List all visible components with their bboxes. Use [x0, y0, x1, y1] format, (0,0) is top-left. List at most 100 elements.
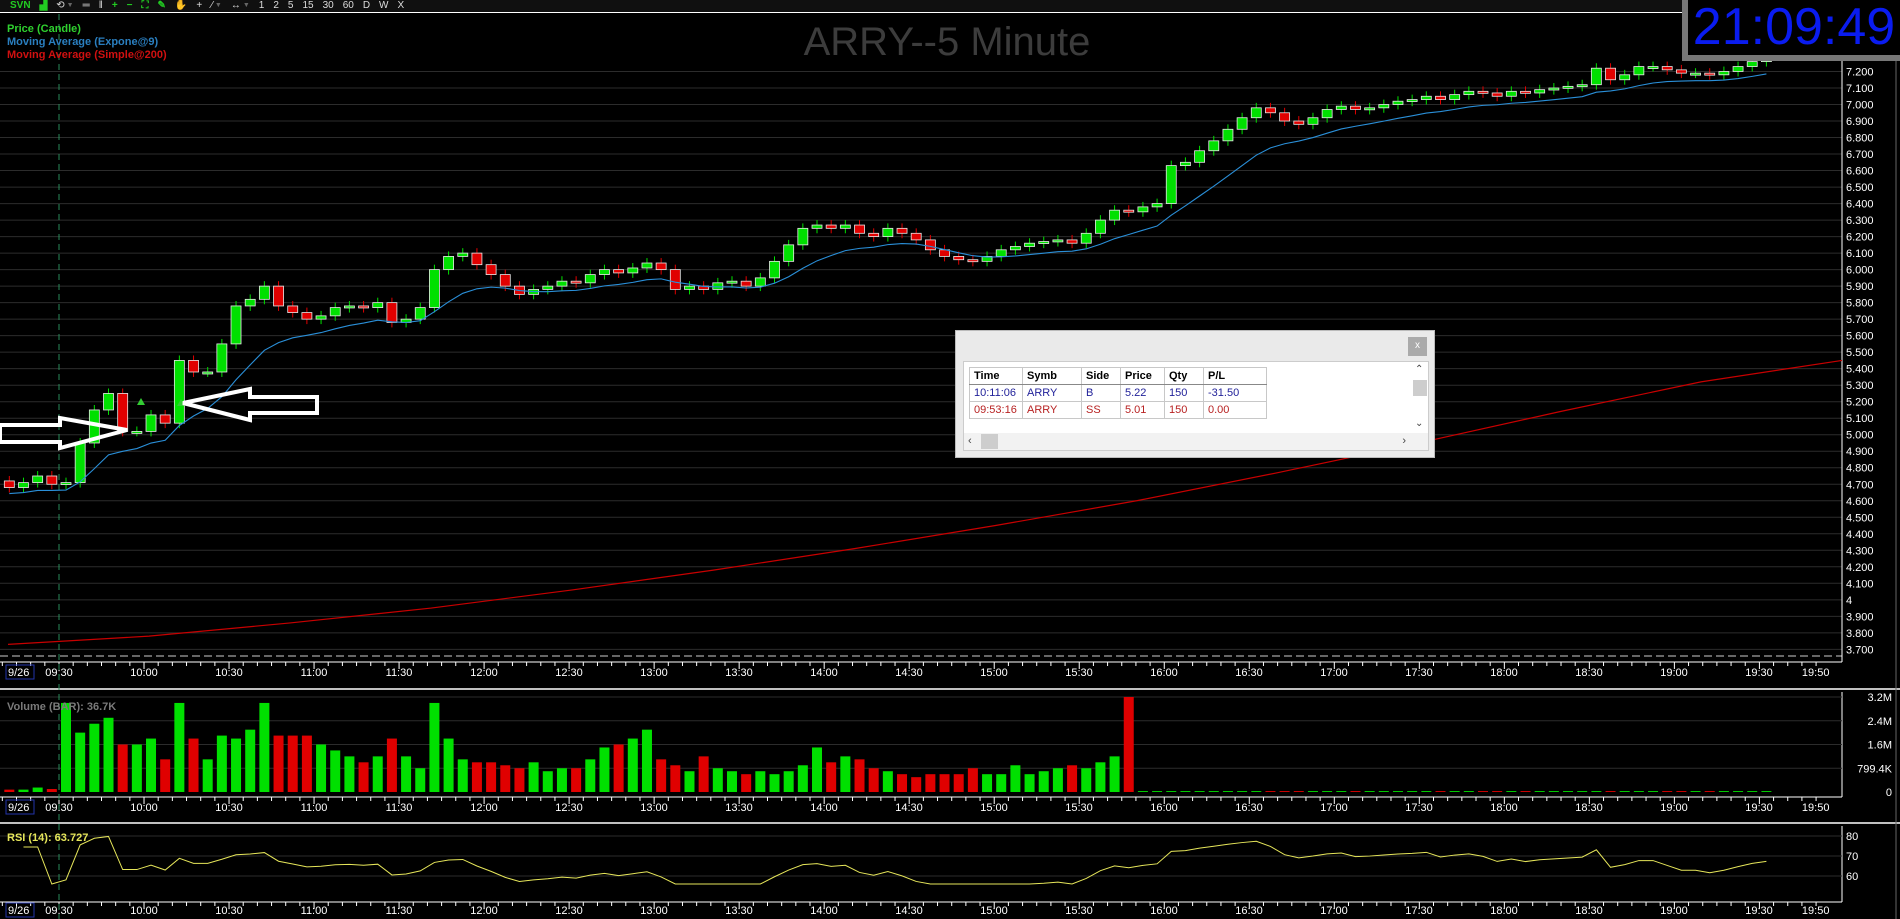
candle: [839, 224, 851, 229]
time-label: 13:00: [640, 802, 668, 814]
candle: [1392, 100, 1404, 105]
price-tick-label: 4.900: [1846, 446, 1874, 458]
time-label: 10:30: [215, 905, 243, 917]
candle: [1066, 239, 1078, 244]
time-label: 19:00: [1660, 905, 1688, 917]
volume-bar: [982, 774, 993, 792]
cell-pl: 0.00: [1203, 401, 1267, 419]
candle: [386, 302, 398, 323]
time-label: 15:30: [1065, 802, 1093, 814]
candle: [414, 307, 426, 320]
time-label: 12:30: [555, 667, 583, 679]
price-tick-label: 6.000: [1846, 265, 1874, 277]
candle: [18, 482, 29, 488]
volume-bar: [996, 774, 1007, 792]
col-qty[interactable]: Qty: [1164, 367, 1204, 385]
legend-sma[interactable]: Moving Average (Simple@200): [7, 49, 167, 62]
scroll-right-icon[interactable]: ›: [1402, 435, 1406, 447]
volume-bar: [1577, 791, 1588, 792]
trade-window: x Time Symb Side Price Qty P/L 10:11:06 …: [955, 330, 1435, 458]
price-tick-label: 7.200: [1846, 67, 1874, 79]
candle: [1647, 66, 1659, 69]
price-tick-label: 4.500: [1846, 512, 1874, 524]
time-label: 11:00: [301, 667, 328, 679]
volume-bar: [1208, 791, 1219, 792]
candle: [1505, 90, 1517, 97]
time-label: 19:50: [1802, 905, 1830, 917]
scroll-thumb[interactable]: [1413, 380, 1427, 396]
table-row[interactable]: 09:53:16 ARRY SS 5.01 150 0.00: [969, 401, 1267, 419]
candle: [1534, 89, 1546, 94]
time-label: 10:30: [215, 802, 243, 814]
candle: [854, 224, 865, 234]
candle: [599, 269, 610, 275]
vertical-scrollbar[interactable]: ⌃ ⌄: [1412, 362, 1428, 434]
scroll-up-icon[interactable]: ⌃: [1415, 364, 1423, 375]
candle: [1605, 67, 1616, 81]
close-button[interactable]: x: [1408, 337, 1427, 356]
volume-bar: [1109, 756, 1120, 792]
candle: [343, 305, 355, 309]
cell-symb: ARRY: [1022, 384, 1082, 402]
volume-bar: [231, 738, 242, 792]
candle: [429, 269, 440, 308]
time-label: 13:00: [640, 667, 668, 679]
cell-time: 10:11:06: [969, 384, 1023, 402]
volume-bar: [273, 735, 284, 792]
volume-tick-label: 0: [1886, 787, 1892, 799]
table-header: Time Symb Side Price Qty P/L: [969, 367, 1267, 385]
table-row[interactable]: 10:11:06 ARRY B 5.22 150 -31.50: [969, 384, 1267, 402]
candle: [684, 285, 695, 290]
candle: [726, 280, 738, 284]
candle: [1704, 72, 1716, 76]
candle: [1718, 71, 1730, 76]
price-tick-label: 3.800: [1846, 628, 1874, 640]
legend-ema[interactable]: Moving Average (Expone@9): [7, 36, 158, 49]
candle: [131, 431, 143, 434]
candle: [258, 285, 270, 300]
sma200-line: [7, 359, 1843, 645]
volume-bar: [1137, 791, 1148, 792]
candle: [46, 475, 58, 485]
volume-bar: [1081, 768, 1092, 792]
col-pl[interactable]: P/L: [1203, 367, 1267, 385]
candle: [1208, 140, 1220, 152]
volume-bar: [1279, 791, 1290, 792]
volume-bar: [528, 762, 539, 792]
date-label: 9/26: [8, 802, 29, 814]
scroll-left-icon[interactable]: ‹: [968, 435, 972, 447]
volume-bar: [613, 744, 624, 792]
candle: [924, 239, 936, 251]
scroll-down-icon[interactable]: ⌄: [1415, 418, 1423, 429]
legend-price[interactable]: Price (Candle): [7, 23, 81, 36]
time-label: 17:30: [1405, 667, 1433, 679]
price-tick-label: 6.800: [1846, 133, 1874, 145]
volume-bar: [769, 774, 780, 792]
volume-bar: [670, 765, 681, 792]
scroll-thumb[interactable]: [981, 434, 998, 449]
candle: [868, 232, 880, 238]
volume-bar: [797, 765, 808, 792]
candle: [230, 305, 242, 345]
volume-bar: [783, 771, 794, 792]
candle: [1236, 117, 1248, 130]
price-tick-label: 7.100: [1846, 83, 1874, 95]
candle: [556, 280, 568, 287]
time-label: 16:30: [1235, 802, 1263, 814]
volume-bar: [330, 750, 341, 792]
candle: [1364, 107, 1376, 111]
volume-label: Volume (BAR): 36.7K: [7, 701, 117, 713]
col-side[interactable]: Side: [1081, 367, 1121, 385]
candle: [1406, 99, 1418, 102]
col-time[interactable]: Time: [969, 367, 1023, 385]
time-label: 18:00: [1490, 667, 1518, 679]
horizontal-scrollbar[interactable]: ‹ ›: [964, 433, 1428, 450]
volume-bar: [726, 771, 737, 792]
col-price[interactable]: Price: [1120, 367, 1165, 385]
time-label: 11:30: [386, 667, 413, 679]
time-label: 18:30: [1575, 667, 1603, 679]
chart-canvas[interactable]: 7.200 7.100 7.000 6.900 6.800 6.700 6.600 6.500…: [0, 0, 1900, 919]
time-label: 12:00: [470, 905, 498, 917]
candle: [216, 343, 228, 373]
col-symb[interactable]: Symb: [1022, 367, 1082, 385]
